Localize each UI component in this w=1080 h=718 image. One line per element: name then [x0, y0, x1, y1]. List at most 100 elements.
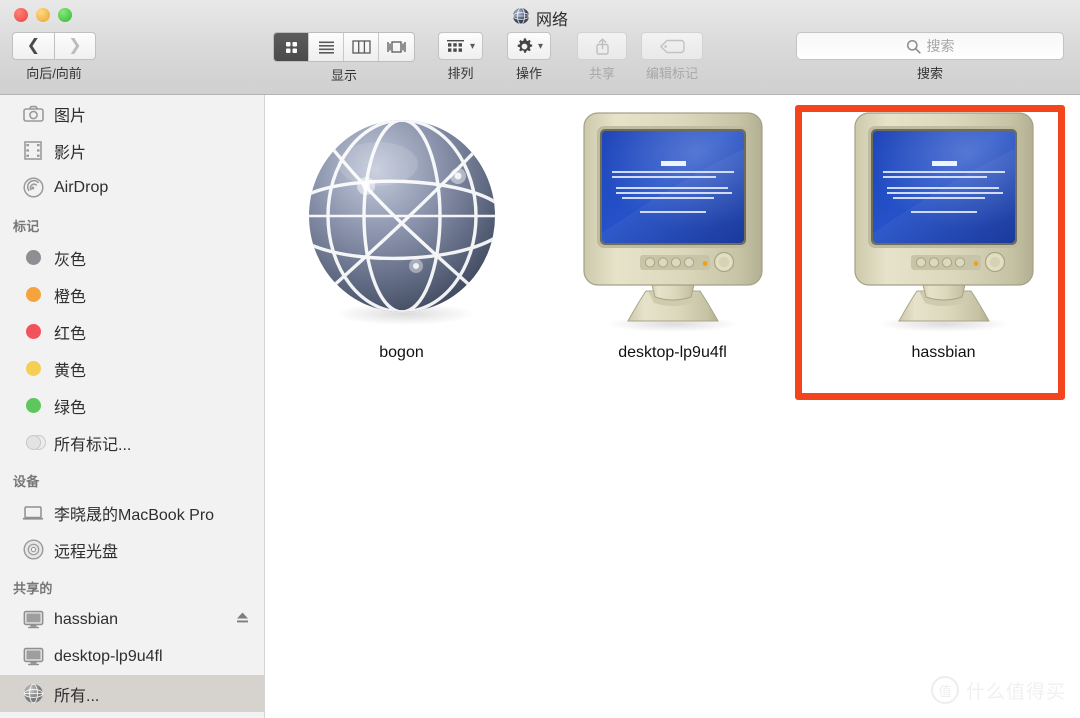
search-group: 搜索 搜索 [796, 32, 1064, 82]
sidebar-section-header-shared: 共享的 [13, 581, 53, 596]
minimize-button[interactable] [36, 8, 50, 22]
sidebar-item-label: desktop-lp9u4fl [54, 647, 163, 665]
sidebar-item-label: 远程光盘 [54, 543, 119, 561]
action-label: 操作 [516, 66, 543, 81]
tag-dot-icon [22, 358, 44, 380]
coverflow-view-button[interactable] [379, 33, 414, 61]
edit-tags-group: 编辑标记 [641, 32, 703, 82]
sidebar-item-pictures[interactable]: 图片 [0, 95, 264, 132]
airdrop-icon [22, 177, 44, 199]
zoom-button[interactable] [58, 8, 72, 22]
edit-tags-button[interactable] [641, 32, 703, 60]
grid-item-desktop-lp9u4fl[interactable]: desktop-lp9u4fl [537, 95, 808, 395]
watermark-badge: 值 [930, 676, 959, 704]
column-view-button[interactable] [344, 33, 379, 61]
chevron-right-icon: ❯ [68, 37, 82, 54]
all-tags-icon [22, 432, 44, 454]
icon-slot [849, 95, 1039, 340]
close-button[interactable] [14, 8, 28, 22]
grid-item-hassbian[interactable]: hassbian [808, 95, 1079, 395]
share-icon [595, 37, 609, 55]
sidebar-item-hassbian[interactable]: hassbian [0, 601, 264, 638]
sidebar-item-movies[interactable]: 影片 [0, 132, 264, 169]
view-mode-label: 显示 [330, 68, 357, 83]
sidebar-item-remote-disc[interactable]: 远程光盘 [0, 531, 264, 568]
tag-dot-icon [22, 395, 44, 417]
sidebar-section-header-tags: 标记 [13, 219, 40, 234]
sidebar-item-tag-yellow[interactable]: 黄色 [0, 350, 264, 387]
sidebar-item-label: 所有... [54, 687, 100, 705]
grid-item-label: hassbian [911, 344, 976, 361]
display-icon [22, 609, 44, 631]
sidebar-item-tag-orange[interactable]: 橙色 [0, 276, 264, 313]
sidebar-item-desktop-lp9u4fl[interactable]: desktop-lp9u4fl [0, 638, 264, 675]
window-title-bar: 网络 [0, 6, 1080, 30]
icon-view-button[interactable] [274, 33, 309, 61]
sidebar-item-all-tags[interactable]: 所有标记... [0, 424, 264, 461]
sidebar-item-airdrop[interactable]: AirDrop [0, 169, 264, 206]
sidebar[interactable]: 图片 影片 AirDrop 标记 灰色 橙色 红色 黄色 绿色 所有标记... … [0, 95, 265, 718]
sidebar-item-label: 影片 [54, 144, 87, 162]
sidebar-item-label: 李晓晟的MacBook Pro [54, 506, 215, 524]
watermark-text: 什么值得买 [965, 681, 1066, 703]
sidebar-item-tag-gray[interactable]: 灰色 [0, 239, 264, 276]
grid-item-label: bogon [379, 344, 424, 361]
tag-dot-icon [22, 284, 44, 306]
tag-dot-icon [22, 321, 44, 343]
globe-icon [22, 683, 44, 705]
search-icon [906, 39, 921, 54]
back-button[interactable]: ❮ [12, 32, 54, 60]
chevron-left-icon: ❮ [26, 37, 41, 54]
action-button[interactable]: ▾ [507, 32, 552, 60]
icon-slot [306, 95, 498, 340]
chevron-down-icon: ▾ [538, 40, 544, 52]
columns-icon [351, 40, 371, 54]
sidebar-item-label: AirDrop [54, 178, 109, 196]
camera-icon [22, 103, 44, 125]
sidebar-item-label: 橙色 [54, 288, 87, 306]
forward-button[interactable]: ❯ [54, 32, 96, 60]
share-group: 共享 [577, 32, 627, 82]
icon-grid: bogon desktop-lp9u4fl hassbian [266, 95, 1080, 405]
view-mode-group: 显示 [273, 32, 415, 84]
sidebar-item-label: 灰色 [54, 251, 87, 269]
sidebar-item-label: 红色 [54, 325, 87, 343]
list-view-button[interactable] [309, 33, 344, 61]
arrange-group: ▾ 排列 [438, 32, 484, 82]
grid-item-bogon[interactable]: bogon [266, 95, 537, 395]
share-button[interactable] [577, 32, 627, 60]
sidebar-item-tag-red[interactable]: 红色 [0, 313, 264, 350]
watermark: 值 什么值得买 [930, 676, 1066, 704]
laptop-icon [22, 502, 44, 524]
gear-icon [517, 37, 533, 53]
action-group: ▾ 操作 [507, 32, 552, 82]
arrange-label: 排列 [447, 66, 474, 81]
sidebar-item-label: 图片 [54, 107, 87, 125]
display-icon [22, 646, 44, 668]
sidebar-item-macbook-pro[interactable]: 李晓晟的MacBook Pro [0, 494, 264, 531]
search-input[interactable]: 搜索 [796, 32, 1064, 60]
navigation-group: ❮ ❯ 向后/向前 [12, 32, 96, 82]
search-label: 搜索 [916, 66, 943, 81]
disc-icon [22, 539, 44, 561]
windows-pc-icon [849, 109, 1039, 334]
arrange-grid-icon [447, 39, 464, 52]
list-icon [318, 41, 334, 54]
sidebar-section-header-devices: 设备 [13, 474, 40, 489]
share-label: 共享 [588, 66, 615, 81]
windows-pc-icon [578, 109, 768, 334]
window-title: 网络 [535, 12, 568, 29]
film-icon [22, 140, 44, 162]
window-toolbar: 网络 ❮ ❯ 向后/向前 显示 ▾ 排列 ▾ 操作 共享 编辑标记 搜索 搜索 [0, 0, 1080, 95]
globe-icon [512, 7, 530, 30]
tag-dot-icon [22, 247, 44, 269]
sidebar-item-label: hassbian [54, 610, 119, 628]
sidebar-item-tag-green[interactable]: 绿色 [0, 387, 264, 424]
file-grid-view[interactable]: bogon desktop-lp9u4fl hassbian 值 什么值得买 [266, 95, 1080, 718]
sidebar-item-label: 绿色 [54, 399, 87, 417]
eject-icon[interactable] [235, 610, 250, 629]
navigation-label: 向后/向前 [26, 66, 82, 81]
arrange-button[interactable]: ▾ [438, 32, 484, 60]
sidebar-item-all[interactable]: 所有... [0, 675, 264, 712]
tag-icon [660, 39, 685, 53]
